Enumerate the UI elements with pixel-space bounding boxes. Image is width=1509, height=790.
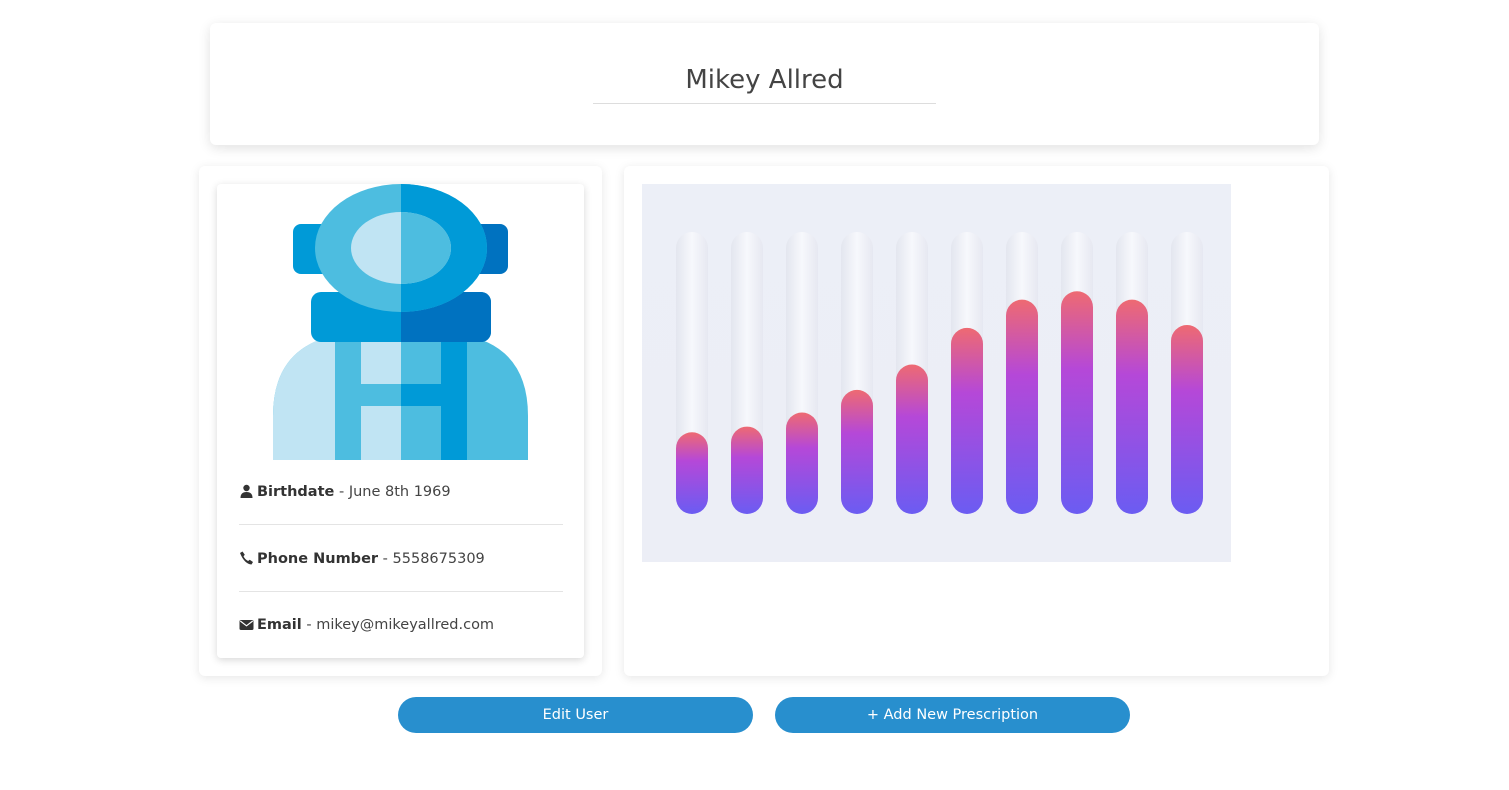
edit-user-button[interactable]: Edit User: [398, 697, 753, 733]
birthdate-label: Birthdate: [257, 484, 335, 500]
bar-level-6: [951, 327, 983, 514]
profile-panel: Birthdate - June 8th 1969 Phone Number -…: [199, 166, 602, 676]
row-divider: [239, 524, 563, 525]
envelope-icon: [239, 620, 254, 630]
bar-level-7: [1006, 299, 1038, 514]
add-prescription-button[interactable]: + Add New Prescription: [775, 697, 1130, 733]
bar-levels-illustration: [642, 184, 1231, 562]
astronaut-avatar-icon: [273, 184, 528, 460]
email-row: Email - mikey@mikeyallred.com: [239, 617, 563, 633]
email-label: Email: [257, 617, 302, 633]
bar-level-9: [1116, 299, 1148, 514]
bar-level-1: [676, 432, 708, 514]
email-separator: -: [301, 617, 317, 633]
birthdate-separator: -: [334, 484, 349, 500]
phone-row: Phone Number - 5558675309: [239, 551, 563, 567]
email-value: mikey@mikeyallred.com: [316, 617, 495, 633]
bar-level-10: [1171, 325, 1203, 514]
birthdate-value: June 8th 1969: [348, 484, 451, 500]
phone-value: 5558675309: [392, 551, 485, 567]
row-divider: [239, 591, 563, 592]
bar-level-5: [896, 364, 928, 514]
user-icon: [240, 484, 253, 498]
title-divider: [593, 103, 936, 104]
bar-level-2: [731, 426, 763, 514]
birthdate-row: Birthdate - June 8th 1969: [239, 484, 563, 500]
bar-level-4: [841, 389, 873, 514]
page-title: Mikey Allred: [685, 65, 844, 95]
bar-level-3: [786, 412, 818, 514]
phone-icon: [240, 551, 253, 565]
illustration-panel: [624, 166, 1329, 676]
bar-levels-graphic: [676, 232, 1203, 514]
profile-card: Birthdate - June 8th 1969 Phone Number -…: [217, 184, 584, 658]
phone-separator: -: [378, 551, 393, 567]
header-card: Mikey Allred: [210, 23, 1319, 145]
bar-level-8: [1061, 291, 1093, 514]
phone-label: Phone Number: [257, 551, 379, 567]
